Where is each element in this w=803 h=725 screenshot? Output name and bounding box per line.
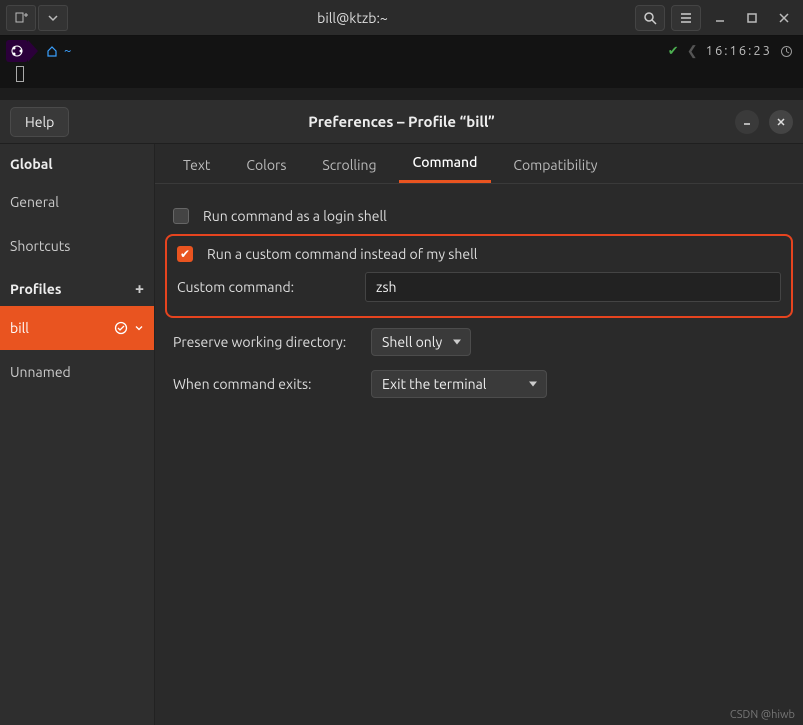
tab-text[interactable]: Text (169, 147, 224, 183)
tabs: Text Colors Scrolling Command Compatibil… (155, 144, 803, 184)
tab-menu-button[interactable] (38, 5, 68, 31)
sidebar-profile-unnamed[interactable]: Unnamed (0, 350, 154, 394)
tab-colors[interactable]: Colors (232, 147, 300, 183)
sidebar-global-header: Global (0, 144, 154, 180)
status-ok-icon: ✔ (668, 44, 679, 59)
profile-name-label: bill (10, 320, 29, 336)
home-icon (46, 45, 58, 57)
hamburger-menu-button[interactable] (671, 5, 701, 31)
exit-action-label: When command exits: (173, 376, 371, 392)
exit-action-dropdown[interactable]: Exit the terminal (371, 370, 547, 398)
login-shell-label: Run command as a login shell (203, 208, 387, 224)
shell-prompt: ~ ✔ ❮ 16:16:23 (0, 36, 803, 66)
clock-time: 16:16:23 (706, 44, 772, 58)
preserve-dir-dropdown[interactable]: Shell only (371, 328, 471, 356)
login-shell-checkbox[interactable] (173, 208, 189, 224)
highlight-box: ✔ Run a custom command instead of my she… (165, 234, 793, 318)
exit-action-value: Exit the terminal (382, 376, 486, 392)
preserve-dir-value: Shell only (382, 334, 442, 350)
search-button[interactable] (635, 5, 665, 31)
sidebar-item-shortcuts[interactable]: Shortcuts (0, 224, 154, 268)
clock-icon (780, 45, 793, 58)
maximize-button[interactable] (739, 5, 765, 31)
prompt-path: ~ (64, 44, 71, 58)
custom-command-label: Run a custom command instead of my shell (207, 246, 477, 262)
sidebar-profiles-header: Profiles + (0, 268, 154, 306)
separator-icon: ❮ (687, 44, 698, 59)
tab-command[interactable]: Command (399, 144, 492, 183)
preferences-header: Help Preferences – Profile “bill” (0, 100, 803, 144)
profiles-header-label: Profiles (10, 281, 61, 297)
prefs-close-button[interactable] (769, 110, 793, 134)
custom-command-checkbox[interactable]: ✔ (177, 246, 193, 262)
segment-separator-icon (28, 40, 38, 62)
chevron-down-icon[interactable] (134, 323, 144, 333)
preferences-content: Text Colors Scrolling Command Compatibil… (155, 144, 803, 725)
command-panel: Run command as a login shell ✔ Run a cus… (155, 184, 803, 412)
ubuntu-icon (6, 40, 28, 62)
sidebar-profile-bill[interactable]: bill (0, 306, 154, 350)
custom-command-field-label: Custom command: (177, 279, 365, 295)
preferences-sidebar: Global General Shortcuts Profiles + bill… (0, 144, 155, 725)
tab-compatibility[interactable]: Compatibility (499, 147, 611, 183)
preferences-window: Help Preferences – Profile “bill” Global… (0, 100, 803, 725)
add-profile-icon[interactable]: + (135, 280, 144, 298)
terminal-titlebar: bill@ktzb:~ (0, 0, 803, 36)
watermark: CSDN @hiwb (730, 709, 795, 721)
terminal-cursor-row[interactable] (0, 66, 803, 88)
text-cursor (16, 66, 24, 82)
sidebar-item-general[interactable]: General (0, 180, 154, 224)
tab-scrolling[interactable]: Scrolling (308, 147, 390, 183)
login-shell-row: Run command as a login shell (173, 208, 785, 224)
prefs-minimize-button[interactable] (735, 110, 759, 134)
help-button[interactable]: Help (10, 107, 69, 137)
default-profile-icon (114, 321, 128, 335)
custom-command-input[interactable]: zsh (365, 272, 781, 302)
minimize-button[interactable] (707, 5, 733, 31)
preserve-dir-label: Preserve working directory: (173, 334, 371, 350)
close-button[interactable] (771, 5, 797, 31)
preferences-title: Preferences – Profile “bill” (0, 113, 803, 130)
new-tab-button[interactable] (6, 5, 36, 31)
window-title: bill@ktzb:~ (70, 10, 635, 26)
